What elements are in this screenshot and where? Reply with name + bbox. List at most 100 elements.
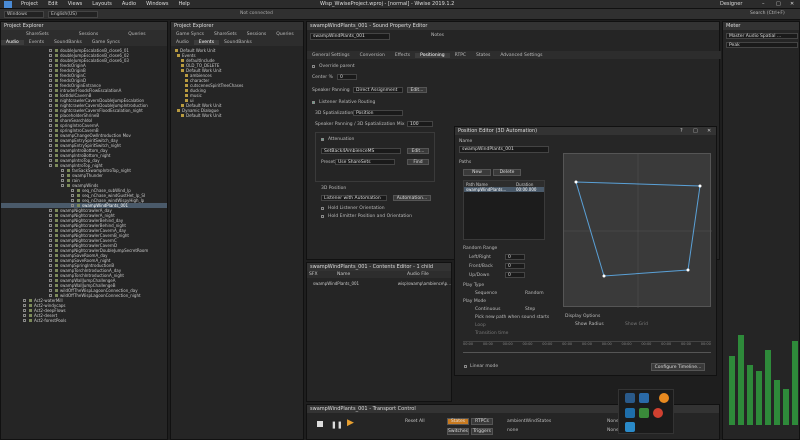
tab-sharesets[interactable]: ShareSets <box>21 32 54 37</box>
delete-path-button[interactable]: Delete <box>493 169 521 176</box>
tab-audio[interactable]: Audio <box>171 40 194 45</box>
checkbox[interactable] <box>71 199 74 202</box>
tab-sessions[interactable]: Sessions <box>74 32 104 37</box>
search-label[interactable]: Search (Ctrl+F) <box>750 11 785 16</box>
checkbox[interactable] <box>49 224 52 227</box>
show-grid-checkbox[interactable]: Show Grid <box>625 322 648 327</box>
tab-game-syncs[interactable]: Game Syncs <box>171 32 209 37</box>
checkbox[interactable] <box>49 254 52 257</box>
sequence-radio[interactable]: Sequence <box>475 291 497 296</box>
checkbox[interactable] <box>23 309 26 312</box>
speaker-panning-edit-button[interactable]: Edit... <box>407 87 427 93</box>
step-radio[interactable]: Step <box>525 307 535 312</box>
tab-events[interactable]: Events <box>24 40 49 45</box>
menu-help[interactable]: Help <box>178 1 189 7</box>
checkbox[interactable] <box>23 314 26 317</box>
menu-audio[interactable]: Audio <box>122 1 136 7</box>
up-down-field[interactable]: 0 <box>505 272 525 278</box>
close-icon[interactable]: ✕ <box>790 1 794 7</box>
tab-rtpc[interactable]: RTPC <box>450 53 471 58</box>
stop-icon[interactable] <box>317 421 323 427</box>
configure-timeline-button[interactable]: Configure Timeline... <box>651 363 705 371</box>
checkbox[interactable] <box>49 164 52 167</box>
checkbox[interactable] <box>49 109 52 112</box>
tab-general-settings[interactable]: General Settings <box>307 53 355 58</box>
connection-status[interactable]: Not connected <box>240 11 273 16</box>
random-radio[interactable]: Random <box>525 291 544 296</box>
tree-item[interactable]: Act2-forestPools <box>1 318 167 323</box>
tray-chrome-icon[interactable] <box>653 408 663 418</box>
state-item-2[interactable]: none <box>507 428 518 433</box>
maximize-icon[interactable]: □ <box>693 128 698 134</box>
checkbox[interactable] <box>49 154 52 157</box>
tree-item[interactable]: Default Work Unit <box>171 113 303 118</box>
reset-all-button[interactable]: Reset All <box>405 419 425 424</box>
checkbox[interactable] <box>49 94 52 97</box>
checkbox[interactable] <box>49 64 52 67</box>
tab-sessions[interactable]: Sessions <box>242 32 272 37</box>
menu-layouts[interactable]: Layouts <box>92 1 112 7</box>
checkbox[interactable] <box>49 74 52 77</box>
checkbox[interactable] <box>49 119 52 122</box>
timeline[interactable]: 00:00 00:00 00:00 00:00 00:00 00:00 00:00 00:00… <box>463 341 711 357</box>
presets-select[interactable]: Use ShareSets <box>335 159 395 165</box>
mix-field[interactable]: 100 <box>407 121 433 127</box>
meter-bus-field[interactable]: Master Audio Spatial ... <box>726 33 798 39</box>
automation-button[interactable]: Automation... <box>393 195 431 201</box>
checkbox[interactable] <box>49 114 52 117</box>
speaker-panning-select[interactable]: Direct Assignment <box>353 87 403 93</box>
checkbox[interactable] <box>49 89 52 92</box>
checkbox[interactable] <box>49 49 52 52</box>
linear-mode-checkbox[interactable] <box>464 365 467 368</box>
front-back-field[interactable]: 0 <box>505 263 525 269</box>
checkbox[interactable] <box>61 174 64 177</box>
path-graph[interactable] <box>563 153 712 308</box>
tab-positioning[interactable]: Positioning <box>415 52 450 58</box>
checkbox[interactable] <box>49 289 52 292</box>
listener-relative-checkbox[interactable] <box>312 101 315 104</box>
checkbox[interactable] <box>49 54 52 57</box>
tab-audio[interactable]: Audio <box>1 39 24 45</box>
spatialization-select[interactable]: Position <box>353 110 403 116</box>
tab-sharesets[interactable]: ShareSets <box>209 32 242 37</box>
checkbox[interactable] <box>49 294 52 297</box>
tab-effects[interactable]: Effects <box>390 53 415 58</box>
language-select[interactable]: English(US) <box>48 11 98 18</box>
layout-label[interactable]: Designer <box>720 1 742 7</box>
checkbox[interactable] <box>49 249 52 252</box>
checkbox[interactable] <box>71 204 74 207</box>
checkbox[interactable] <box>49 79 52 82</box>
checkbox[interactable] <box>49 259 52 262</box>
menu-edit[interactable]: Edit <box>48 1 58 7</box>
tray-app-icon[interactable] <box>625 422 635 432</box>
checkbox[interactable] <box>49 134 52 137</box>
tab-soundbanks[interactable]: SoundBanks <box>219 40 257 45</box>
loop-checkbox[interactable]: Loop <box>475 323 486 328</box>
checkbox[interactable] <box>49 234 52 237</box>
tray-search-icon[interactable] <box>659 393 669 403</box>
checkbox[interactable] <box>23 299 26 302</box>
checkbox[interactable] <box>49 279 52 282</box>
center-pct-field[interactable]: 0 <box>337 74 357 80</box>
play-icon[interactable]: ▶ <box>347 418 354 428</box>
checkbox[interactable] <box>71 194 74 197</box>
position-mode-select[interactable]: Listener with Automation <box>321 195 387 201</box>
checkbox[interactable] <box>49 284 52 287</box>
minimize-icon[interactable]: – <box>762 1 765 7</box>
tray-app-icon[interactable] <box>625 393 635 403</box>
tab-events[interactable]: Events <box>193 39 220 45</box>
tab-soundbanks[interactable]: SoundBanks <box>49 40 87 45</box>
hold-emitter-checkbox[interactable] <box>321 215 324 218</box>
show-radius-checkbox[interactable]: Show Radius <box>575 322 604 327</box>
checkbox[interactable] <box>61 184 64 187</box>
attenuation-sharesets-field[interactable]: SetBack4AmbienceMS <box>321 148 401 154</box>
checkbox[interactable] <box>49 229 52 232</box>
help-icon[interactable]: ? <box>680 128 683 134</box>
checkbox[interactable] <box>71 189 74 192</box>
hold-listener-checkbox[interactable] <box>321 207 324 210</box>
triggers-button[interactable]: Triggers <box>471 428 493 435</box>
checkbox[interactable] <box>49 104 52 107</box>
left-right-field[interactable]: 0 <box>505 254 525 260</box>
state-item-1[interactable]: ambientWindStates <box>507 419 551 424</box>
find-button[interactable]: Find <box>407 159 429 165</box>
